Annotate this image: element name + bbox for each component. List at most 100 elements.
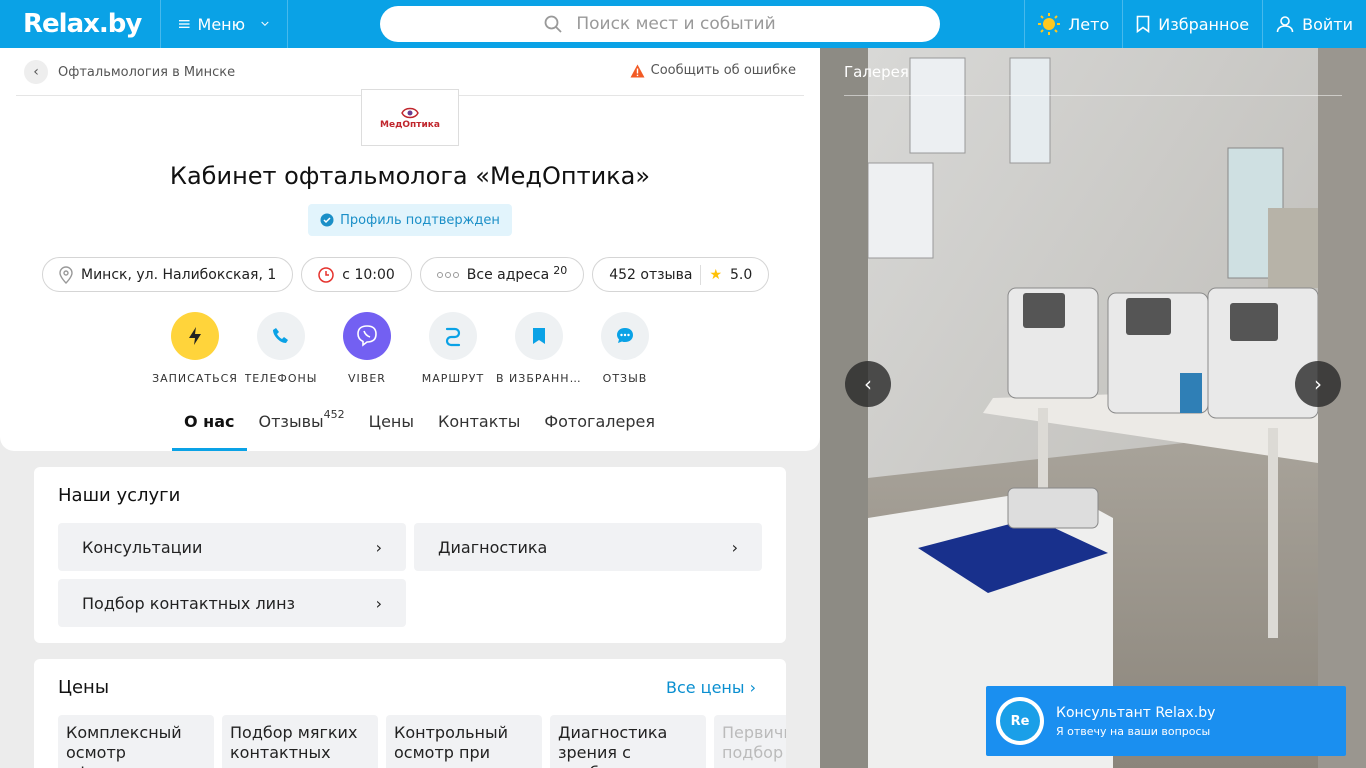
verified-check-icon <box>320 213 334 227</box>
tab-reviews-count: 452 <box>323 408 345 421</box>
menu-button[interactable]: Меню <box>160 0 288 48</box>
price-item[interactable]: Контрольный осмотр при ношении линз <box>386 715 542 768</box>
report-error-link[interactable]: Сообщить об ошибке <box>630 63 796 78</box>
service-item[interactable]: Консультации › <box>58 523 406 571</box>
service-label: Диагностика <box>438 537 548 557</box>
season-button[interactable]: Лето <box>1024 0 1122 48</box>
consultant-widget[interactable]: Re Консультант Relax.by Я отвечу на ваши… <box>986 686 1346 756</box>
verified-label: Профиль подтвержден <box>340 212 500 228</box>
all-addresses-chip[interactable]: Все адреса 20 <box>419 257 585 292</box>
viber-icon <box>343 312 391 360</box>
tab-prices-label: Цены <box>368 412 414 431</box>
service-label: Подбор контактных линз <box>82 593 296 613</box>
address-chip[interactable]: Минск, ул. Налибокская, 1 <box>42 257 294 292</box>
reviews-count-label: 452 отзыва <box>609 266 693 283</box>
search-input[interactable]: Поиск мест и событий <box>380 6 940 42</box>
chevron-left-icon: ‹ <box>864 372 872 396</box>
tab-about[interactable]: О нас <box>172 408 247 451</box>
services-card: Наши услуги Консультации › Диагностика ›… <box>34 467 786 643</box>
tab-reviews-label: Отзывы <box>258 412 324 431</box>
bookmark-icon <box>1136 15 1150 33</box>
tab-reviews[interactable]: Отзывы 452 <box>247 408 357 451</box>
bookmark-icon <box>515 312 563 360</box>
services-title: Наши услуги <box>58 485 181 506</box>
action-review-label: ОТЗЫВ <box>602 372 648 385</box>
place-logo-text: МедОптика <box>380 119 440 130</box>
chevron-right-icon: › <box>1314 372 1322 396</box>
warning-icon <box>630 64 645 77</box>
all-prices-label: Все цены <box>665 678 745 697</box>
action-viber-label: VIBER <box>348 372 386 385</box>
consultant-subtitle: Я отвечу на ваши вопросы <box>1056 724 1211 738</box>
back-arrow-icon[interactable]: ‹ <box>24 60 48 84</box>
sun-icon <box>1038 13 1061 35</box>
rating-value: 5.0 <box>730 266 753 283</box>
action-phones[interactable]: ТЕЛЕФОНЫ <box>238 312 324 385</box>
clock-icon <box>318 266 335 283</box>
address-label: Минск, ул. Налибокская, 1 <box>81 266 277 283</box>
place-card: ‹ Офтальмология в Минске Сообщить об оши… <box>0 48 820 451</box>
chevron-right-icon: › <box>749 678 756 697</box>
tab-gallery[interactable]: Фотогалерея <box>532 408 667 451</box>
chevron-right-icon: › <box>731 537 738 557</box>
gallery-prev-button[interactable]: ‹ <box>845 361 891 407</box>
reviews-rating-chip[interactable]: 452 отзыва ★ 5.0 <box>592 257 770 292</box>
service-item[interactable]: Диагностика › <box>414 523 762 571</box>
chevron-down-icon <box>261 21 269 27</box>
gallery: Галерея ‹ › <box>820 48 1366 768</box>
favorites-label: Избранное <box>1158 14 1250 34</box>
chevron-right-icon: › <box>375 593 382 613</box>
addresses-count: 20 <box>553 264 568 277</box>
action-route[interactable]: МАРШРУТ <box>410 312 496 385</box>
action-review[interactable]: ОТЗЫВ <box>582 312 668 385</box>
tab-prices[interactable]: Цены <box>357 408 426 451</box>
star-icon: ★ <box>709 266 722 283</box>
breadcrumb-label[interactable]: Офтальмология в Минске <box>58 65 235 80</box>
price-item[interactable]: Первичный подбор <box>714 715 786 768</box>
action-booking[interactable]: ЗАПИСАТЬСЯ <box>152 312 238 385</box>
breadcrumb[interactable]: ‹ Офтальмология в Минске <box>24 60 235 84</box>
report-label: Сообщить об ошибке <box>650 63 796 78</box>
phone-icon <box>257 312 305 360</box>
all-prices-link[interactable]: Все цены › <box>666 678 756 697</box>
top-bar: Relax.by Меню Поиск мест и событий Лето … <box>0 0 1366 48</box>
gallery-divider <box>844 95 1342 96</box>
gallery-next-button[interactable]: › <box>1295 361 1341 407</box>
favorites-button[interactable]: Избранное <box>1122 0 1262 48</box>
hamburger-icon <box>179 20 190 28</box>
tab-gallery-label: Фотогалерея <box>544 412 655 431</box>
price-item[interactable]: Комплексный осмотр офтальмолога <box>58 715 214 768</box>
consultant-avatar-text: Re <box>1000 701 1040 741</box>
action-booking-label: ЗАПИСАТЬСЯ <box>152 372 238 385</box>
hours-label: с 10:00 <box>342 266 395 283</box>
gallery-prev-photo <box>820 48 868 768</box>
user-icon <box>1276 16 1294 33</box>
price-item[interactable]: Диагностика зрения с подбором очков <box>550 715 706 768</box>
tabs: О нас Отзывы 452 Цены Контакты Фотогалере… <box>172 408 667 451</box>
login-button[interactable]: Войти <box>1262 0 1366 48</box>
season-label: Лето <box>1068 14 1110 34</box>
all-addresses-label: Все адреса <box>466 266 550 283</box>
consultant-name: Консультант Relax.by <box>1056 704 1216 721</box>
login-label: Войти <box>1302 14 1353 34</box>
place-logo: МедОптика <box>361 89 459 146</box>
gallery-title: Галерея <box>844 63 909 81</box>
prices-title: Цены <box>58 677 110 698</box>
service-item[interactable]: Подбор контактных линз › <box>58 579 406 627</box>
price-item[interactable]: Подбор мягких контактных линз с обучение… <box>222 715 378 768</box>
site-logo[interactable]: Relax.by <box>0 9 160 39</box>
chevron-right-icon: › <box>375 537 382 557</box>
consultant-avatar: Re <box>996 697 1044 745</box>
gallery-photo[interactable] <box>868 48 1318 768</box>
action-favorite-label: В ИЗБРАННОЕ <box>496 372 582 385</box>
dots-icon <box>436 271 459 278</box>
menu-label: Меню <box>197 14 246 34</box>
action-viber[interactable]: VIBER <box>324 312 410 385</box>
route-icon <box>429 312 477 360</box>
verified-badge: Профиль подтвержден <box>308 204 512 236</box>
hours-chip[interactable]: с 10:00 <box>301 257 412 292</box>
action-route-label: МАРШРУТ <box>421 372 485 385</box>
action-favorite[interactable]: В ИЗБРАННОЕ <box>496 312 582 385</box>
tab-contacts[interactable]: Контакты <box>426 408 532 451</box>
action-phones-label: ТЕЛЕФОНЫ <box>244 372 318 385</box>
